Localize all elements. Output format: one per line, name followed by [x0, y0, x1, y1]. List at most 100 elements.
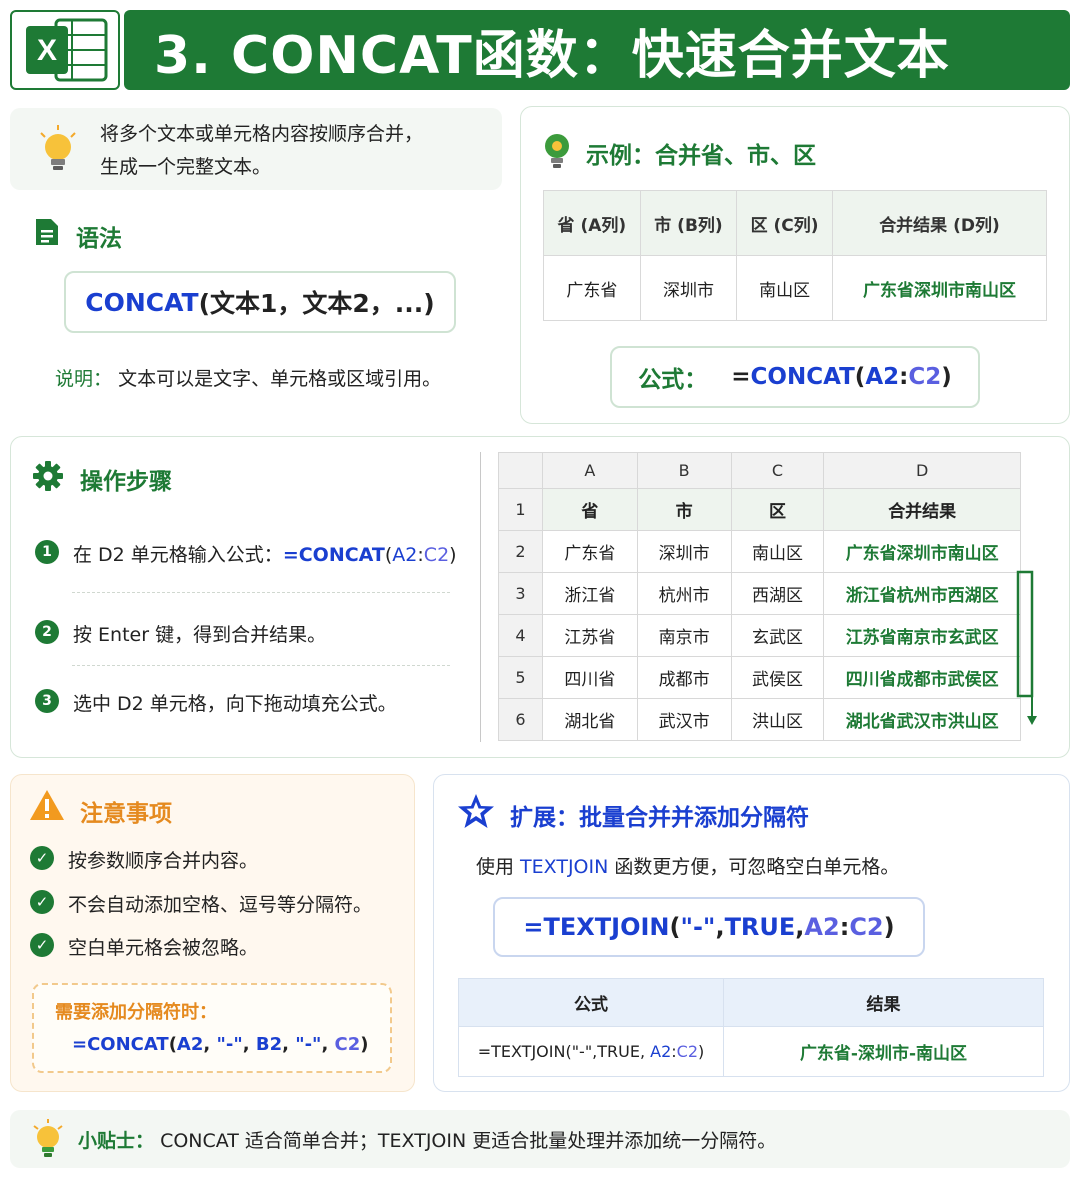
step-3-text: 选中 D2 单元格，向下拖动填充公式。 — [73, 693, 397, 715]
header-bar: 3. CONCAT函数：快速合并文本 — [124, 10, 1070, 90]
sheet-cell: 省 — [541, 488, 638, 531]
syntax-heading: 语法 — [76, 226, 122, 252]
steps-heading: 操作步骤 — [80, 469, 172, 495]
check-icon: ✓ — [30, 933, 54, 957]
fill-down-arrow-icon — [1016, 570, 1037, 725]
tip-text: 小贴士： CONCAT 适合简单合并；TEXTJOIN 更适合批量处理并添加统一… — [78, 1126, 776, 1153]
example-formula-colon: : — [899, 364, 909, 390]
separator-formula-comma: , — [203, 1034, 217, 1055]
table-row: 6 湖北省 武汉市 洪山区 湖北省武汉市洪山区 — [498, 698, 1021, 741]
table-row: 1 省 市 区 合并结果 — [498, 488, 1021, 531]
spreadsheet-grid: A B C D 1 省 市 区 合并结果 2 广东省 深圳市 南山区 广东省深圳… — [498, 452, 1021, 741]
tip-body: CONCAT 适合简单合并；TEXTJOIN 更适合批量处理并添加统一分隔符。 — [160, 1130, 777, 1152]
note-item-2: 不会自动添加空格、逗号等分隔符。 — [68, 894, 373, 916]
example-table: 省 (A列) 市 (B列) 区 (C列) 合并结果 (D列) 广东省 深圳市 南… — [543, 190, 1048, 321]
example-formula-open: ( — [854, 364, 866, 390]
syntax-note: 说明： 文本可以是文字、单元格或区域引用。 — [55, 364, 441, 391]
sheet-cell: 西湖区 — [730, 572, 825, 615]
example-header-a: 省 (A列) — [543, 190, 641, 256]
example-cell-b: 深圳市 — [639, 255, 738, 321]
step-1: 在 D2 单元格输入公式：=CONCAT(A2:C2) — [73, 540, 457, 567]
sheet-result-cell: 湖北省武汉市洪山区 — [823, 698, 1021, 741]
extension-table-result: 广东省-深圳市-南山区 — [723, 1026, 1044, 1077]
sheet-cell: 武侯区 — [730, 656, 825, 699]
sheet-cell: 浙江省 — [541, 572, 638, 615]
example-header-d: 合并结果 (D列) — [831, 190, 1048, 256]
example-formula-label: 公式： — [638, 367, 708, 393]
extension-formula-box: =TEXTJOIN("-", TRUE, A2: C2) — [493, 897, 925, 957]
sheet-result-cell: 江苏省南京市玄武区 — [823, 614, 1021, 657]
example-header-c: 区 (C列) — [736, 190, 833, 256]
syntax-formula-box: CONCAT (文本1，文本2，...) — [64, 271, 456, 333]
extension-table-formula-close: ) — [698, 1042, 705, 1061]
warning-icon — [30, 790, 64, 820]
extension-formula-open: ( — [669, 913, 681, 941]
example-formula-func: CONCAT — [750, 364, 855, 390]
check-icon: ✓ — [30, 890, 54, 914]
extension-formula-a2: A2 — [804, 913, 840, 941]
row-header: 4 — [498, 614, 543, 657]
syntax-args: (文本1，文本2，...) — [198, 289, 435, 318]
column-header-d: D — [823, 452, 1021, 489]
notes-heading: 注意事项 — [80, 801, 172, 827]
separator-formula-b2: B2 — [255, 1034, 283, 1055]
star-icon — [458, 794, 494, 828]
document-icon — [36, 219, 58, 245]
separator-tip-heading: 需要添加分隔符时： — [55, 1002, 217, 1023]
note-item-1: 按参数顺序合并内容。 — [68, 850, 259, 872]
separator-formula-open: ( — [168, 1034, 177, 1055]
extension-table-formula-prefix: =TEXTJOIN("-",TRUE, — [477, 1042, 651, 1061]
table-row: 4 江苏省 南京市 玄武区 江苏省南京市玄武区 — [498, 614, 1021, 657]
lightbulb-icon — [40, 125, 76, 170]
intro-line-1: 将多个文本或单元格内容按顺序合并， — [100, 123, 424, 145]
sheet-cell: 广东省 — [541, 530, 638, 573]
column-header-a: A — [541, 452, 638, 489]
lightbulb-icon — [33, 1119, 63, 1157]
extension-table: 公式 结果 =TEXTJOIN("-",TRUE, A2:C2) 广东省-深圳市… — [458, 978, 1044, 1077]
extension-table-header-result: 结果 — [723, 978, 1044, 1027]
extension-desc-pre: 使用 — [476, 856, 521, 878]
syntax-func: CONCAT — [85, 287, 199, 317]
step-1-formula-close: ) — [449, 544, 457, 566]
row-header: 1 — [498, 488, 543, 531]
extension-formula-c2: C2 — [849, 913, 884, 941]
extension-heading: 扩展：批量合并并添加分隔符 — [510, 805, 809, 831]
step-1-formula-a2: A2 — [392, 544, 418, 566]
extension-table-formula: =TEXTJOIN("-",TRUE, A2:C2) — [458, 1026, 724, 1077]
sheet-result-cell: 四川省成都市武侯区 — [823, 656, 1021, 699]
sheet-cell: 市 — [636, 488, 732, 531]
separator-formula-close: ) — [360, 1034, 369, 1055]
syntax-note-text: 文本可以是文字、单元格或区域引用。 — [118, 368, 442, 390]
extension-formula-colon: : — [839, 913, 850, 941]
note-item-3: 空白单元格会被忽略。 — [68, 937, 259, 959]
step-2-text: 按 Enter 键，得到合并结果。 — [73, 624, 327, 646]
sheet-corner — [498, 452, 543, 489]
intro-text: 将多个文本或单元格内容按顺序合并， 生成一个完整文本。 — [100, 118, 490, 184]
row-header: 3 — [498, 572, 543, 615]
example-header-b: 市 (B列) — [639, 190, 738, 256]
example-formula-c2: C2 — [908, 364, 942, 390]
check-icon: ✓ — [30, 846, 54, 870]
logo-letter: X — [37, 34, 57, 67]
sheet-cell: 南山区 — [730, 530, 825, 573]
separator-formula-sep2: "-" — [295, 1034, 322, 1055]
example-formula-a2: A2 — [865, 364, 900, 390]
example-formula-box: 公式： = CONCAT(A2: C2) — [610, 346, 980, 408]
example-formula-close: ) — [941, 364, 952, 390]
tip-label: 小贴士： — [78, 1130, 155, 1152]
step-number-3: 3 — [35, 689, 59, 713]
sheet-result-cell: 广东省深圳市南山区 — [823, 530, 1021, 573]
extension-desc-post: 函数更方便，可忽略空白单元格。 — [608, 856, 900, 878]
separator-formula-comma: , — [321, 1034, 335, 1055]
extension-formula-close: ) — [883, 913, 895, 941]
extension-table-formula-c2: C2 — [676, 1042, 699, 1061]
example-cell-a: 广东省 — [543, 255, 641, 321]
column-header-c: C — [730, 452, 825, 489]
intro-line-2: 生成一个完整文本。 — [100, 156, 272, 178]
separator-formula-a2: A2 — [176, 1034, 204, 1055]
extension-description: 使用 TEXTJOIN 函数更方便，可忽略空白单元格。 — [476, 852, 899, 879]
excel-logo: X — [10, 10, 120, 90]
step-1-formula-c2: C2 — [423, 544, 450, 566]
sheet-cell: 南京市 — [636, 614, 732, 657]
step-divider — [72, 665, 450, 666]
